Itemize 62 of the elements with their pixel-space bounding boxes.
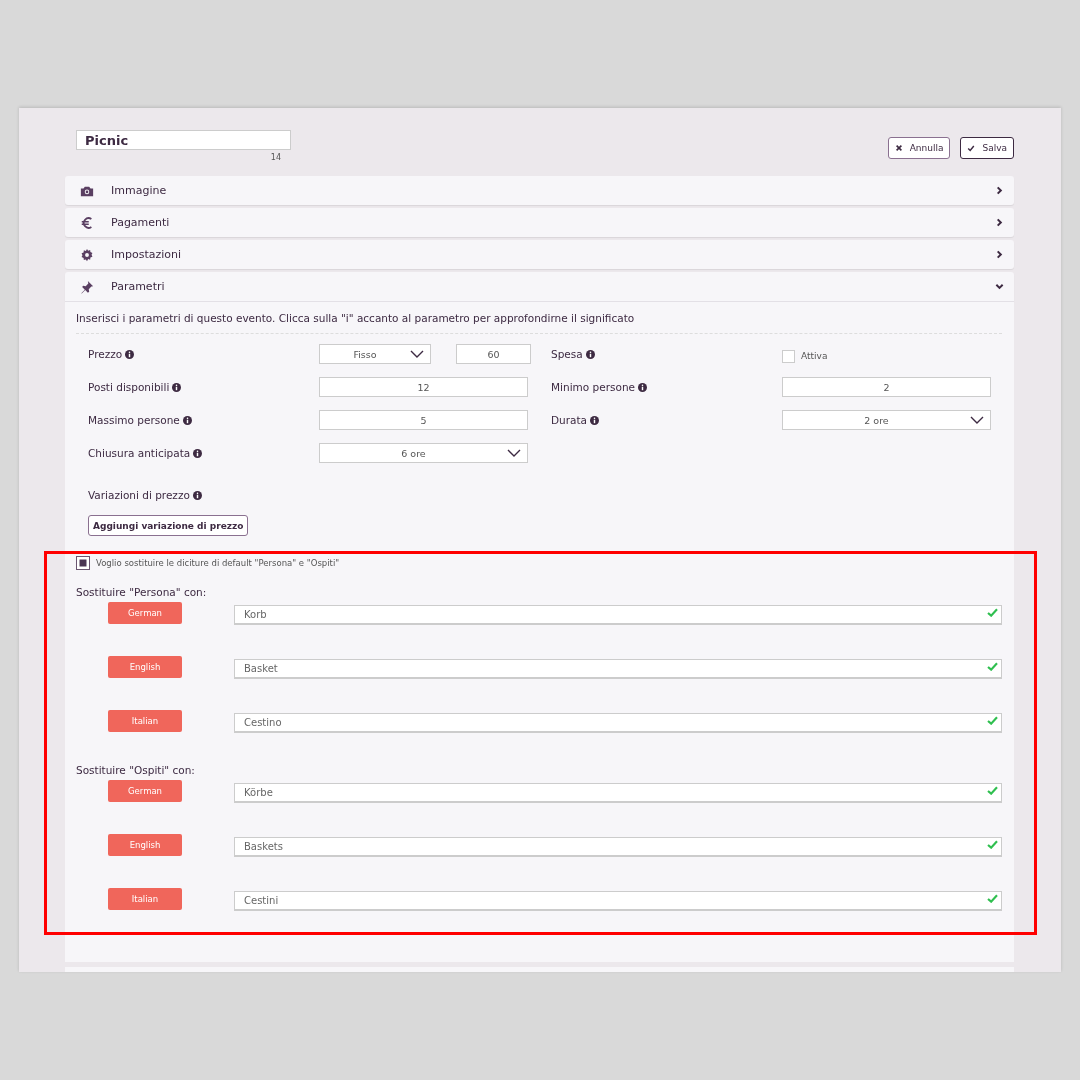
field-label: Prezzo: [88, 348, 123, 360]
checkbox[interactable]: [76, 556, 90, 570]
field-label: Minimo persone: [551, 381, 635, 393]
info-icon[interactable]: [590, 415, 600, 425]
euro-icon: [80, 215, 94, 230]
info-icon[interactable]: [125, 349, 135, 359]
group-title: Sostituire "Persona" con:: [76, 586, 208, 598]
field-label: Posti disponibili: [88, 381, 170, 393]
translation-field[interactable]: Körbe: [234, 783, 1002, 803]
accordion-header[interactable]: Pagamenti: [65, 208, 1014, 237]
chevron-right-icon: [995, 218, 1004, 227]
language-tag: Italian: [108, 710, 182, 732]
number-field[interactable]: 5: [319, 410, 528, 430]
group-title: Sostituire "Ospiti" con:: [76, 764, 196, 776]
info-icon[interactable]: [193, 448, 203, 458]
translation-field[interactable]: Baskets: [234, 837, 1002, 857]
title-field[interactable]: Picnic: [76, 130, 291, 150]
chevron-down-icon: [410, 350, 424, 358]
close-icon: [894, 144, 903, 152]
language-tag: English: [108, 834, 182, 856]
field-label: Durata: [551, 414, 588, 426]
gear-icon: [80, 247, 94, 262]
save-button[interactable]: Salva: [960, 137, 1014, 159]
accordion-header[interactable]: Parametri: [65, 272, 1014, 302]
info-icon[interactable]: [172, 382, 182, 392]
translation-field[interactable]: Korb: [234, 605, 1002, 625]
field-label: Variazioni di prezzo: [88, 489, 190, 501]
translation-field[interactable]: Cestino: [234, 713, 1002, 733]
accordion-header[interactable]: Immagine: [65, 176, 1014, 205]
field-label: Chiusura anticipata: [88, 447, 191, 459]
language-tag: German: [108, 780, 182, 802]
language-tag: English: [108, 656, 182, 678]
info-icon[interactable]: [585, 349, 595, 359]
character-count: 14: [270, 153, 281, 162]
check-icon: [967, 144, 976, 152]
intro-text: Inserisci i parametri di questo evento. Clicca sulla "i" accanto al parametro per approfondirne il significato: [76, 312, 1002, 334]
chevron-right-icon: [995, 186, 1004, 195]
field-label: Massimo persone: [88, 414, 180, 426]
translation-field[interactable]: Cestini: [234, 891, 1002, 911]
info-icon[interactable]: [192, 490, 202, 500]
info-icon[interactable]: [638, 382, 647, 392]
dropdown[interactable]: 2 ore: [782, 410, 991, 430]
checkbox-label: Voglio sostituire le diciture di default "Persona" e "Ospiti": [96, 558, 340, 568]
chevron-down-icon: [995, 282, 1004, 291]
chevron-down-icon: [507, 449, 521, 457]
checkbox-label: Attiva: [801, 351, 828, 361]
dropdown[interactable]: 6 ore: [319, 443, 528, 463]
number-field[interactable]: 12: [319, 377, 528, 397]
price-field[interactable]: 60: [456, 344, 531, 364]
add-price-variation-button[interactable]: Aggiungi variazione di prezzo: [88, 515, 249, 536]
language-tag: Italian: [108, 888, 182, 910]
pushpin-icon: [80, 279, 94, 294]
cancel-button[interactable]: Annulla: [887, 137, 951, 159]
number-field[interactable]: 2: [782, 377, 991, 397]
accordion-header[interactable]: Impostazioni: [65, 240, 1014, 269]
translation-field[interactable]: Basket: [234, 659, 1002, 679]
field-label: Spesa: [551, 348, 583, 360]
chevron-right-icon: [995, 250, 1004, 259]
language-tag: German: [108, 602, 182, 624]
price-type-dropdown[interactable]: Fisso: [319, 344, 431, 364]
chevron-down-icon: [970, 416, 984, 424]
info-icon[interactable]: [182, 415, 192, 425]
